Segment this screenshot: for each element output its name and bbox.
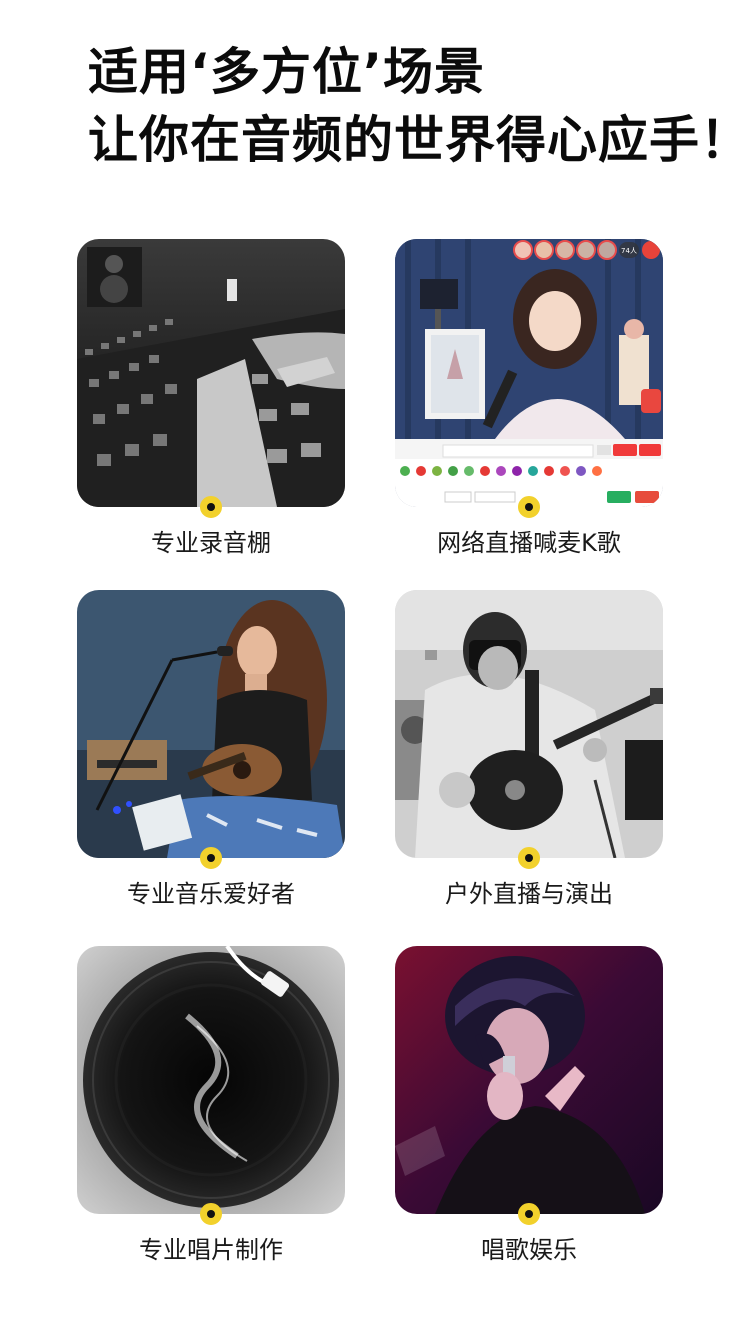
scene-card-outdoor-performance <box>395 590 663 858</box>
headline-line-2: 让你在音频的世界得心应手！ <box>88 111 750 169</box>
scene-card-singing-entertainment <box>395 946 663 1214</box>
vinyl-record-photo <box>77 946 345 1214</box>
viewer-count: 74人 <box>621 247 637 255</box>
scene-3-label: 专业音乐爱好者 <box>127 880 295 908</box>
scene-4-indicator-dot <box>518 847 540 869</box>
mixing-console-photo <box>77 239 345 507</box>
electric-guitarist-photo <box>395 590 663 858</box>
scene-1-label: 专业录音棚 <box>151 529 271 557</box>
scene-5-indicator-dot <box>200 1203 222 1225</box>
scene-6-indicator-dot <box>518 1203 540 1225</box>
scene-card-live-stream: 74人 <box>395 239 663 507</box>
scene-card-record-production <box>77 946 345 1214</box>
page-headline: 适用‘多方位’场景 让你在音频的世界得心应手！ <box>88 38 750 174</box>
scene-3-indicator-dot <box>200 847 222 869</box>
live-stream-photo: 74人 <box>395 239 663 507</box>
scene-card-studio <box>77 239 345 507</box>
singer-with-microphone-photo <box>395 946 663 1214</box>
scene-2-label: 网络直播喊麦K歌 <box>437 529 621 557</box>
headline-line-1: 适用‘多方位’场景 <box>88 43 485 101</box>
scene-1-indicator-dot <box>200 496 222 518</box>
scene-2-indicator-dot <box>518 496 540 518</box>
scene-card-music-lover <box>77 590 345 858</box>
scene-6-label: 唱歌娱乐 <box>481 1236 577 1264</box>
guitarist-singing-photo <box>77 590 345 858</box>
scene-4-label: 户外直播与演出 <box>445 880 613 908</box>
scene-5-label: 专业唱片制作 <box>139 1236 283 1264</box>
